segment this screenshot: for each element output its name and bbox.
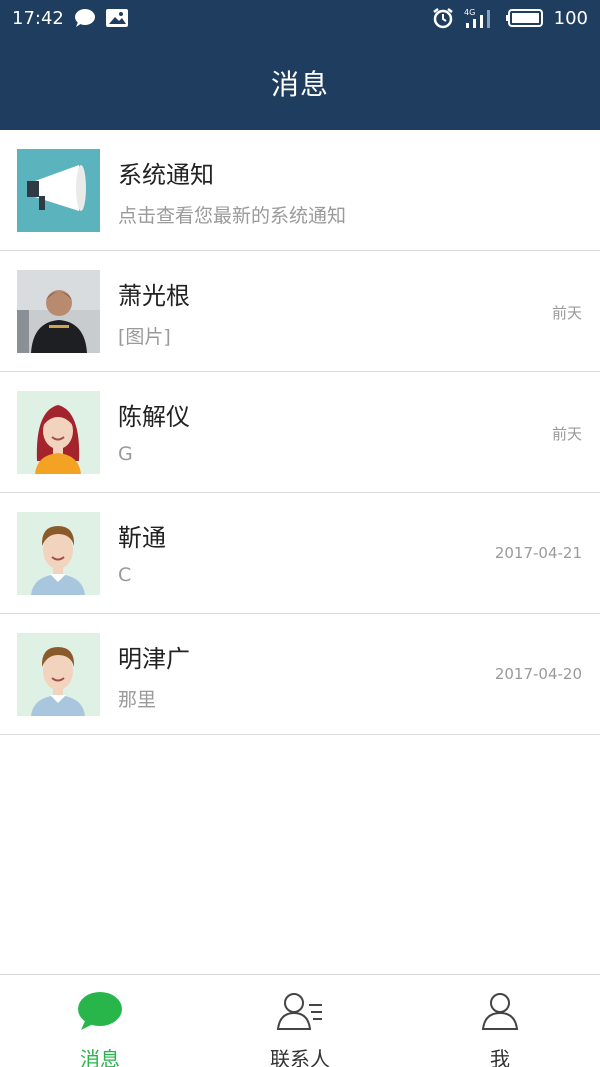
tab-label: 消息 [80, 1047, 120, 1067]
conversation-name: 明津广 [118, 644, 190, 673]
conversation-name: 萧光根 [118, 281, 190, 310]
male-avatar-icon [17, 632, 100, 716]
battery-percent: 100 [553, 7, 588, 29]
signal-icon: 4G [464, 7, 496, 29]
chat-notification-icon [74, 8, 96, 28]
photo-avatar [17, 269, 100, 353]
conversation-time: 前天 [551, 303, 582, 322]
conversation-time: 前天 [551, 424, 582, 443]
conversation-preview: 点击查看您最新的系统通知 [118, 204, 347, 227]
conversation-preview: C [118, 563, 132, 586]
conversation-name: 陈解仪 [118, 402, 190, 431]
conversation-list: 系统通知 点击查看您最新的系统通知 萧光根 [图片] 前天 陈解仪 G 前天 靳… [0, 130, 600, 735]
megaphone-icon [17, 148, 100, 232]
conversation-preview: G [118, 442, 133, 465]
page-title: 消息 [270, 68, 329, 101]
list-item[interactable]: 系统通知 点击查看您最新的系统通知 [0, 130, 600, 251]
male-avatar-icon [17, 511, 100, 595]
female-avatar-icon [17, 390, 100, 474]
list-item[interactable]: 明津广 那里 2017-04-20 [0, 614, 600, 735]
tab-contacts[interactable]: 联系人 [200, 975, 400, 1067]
title-bar: 消息 [0, 36, 600, 130]
list-item[interactable]: 陈解仪 G 前天 [0, 372, 600, 493]
tab-me[interactable]: 我 [400, 975, 600, 1067]
status-time: 17:42 [12, 7, 64, 29]
image-notification-icon [105, 9, 128, 27]
alarm-icon [432, 7, 454, 29]
bottom-tab-bar: 消息 联系人 我 [0, 974, 600, 1067]
contacts-icon [276, 991, 324, 1035]
person-icon [480, 991, 520, 1035]
tab-label: 联系人 [270, 1047, 330, 1067]
conversation-name: 靳通 [118, 523, 166, 552]
conversation-name: 系统通知 [118, 160, 214, 189]
conversation-time: 2017-04-21 [494, 543, 582, 562]
tab-label: 我 [490, 1047, 510, 1067]
svg-text:4G: 4G [464, 8, 475, 17]
conversation-time: 2017-04-20 [494, 664, 582, 683]
tab-messages[interactable]: 消息 [0, 975, 200, 1067]
battery-icon [505, 9, 544, 27]
status-bar: 17:42 4G 100 [0, 0, 600, 36]
chat-bubble-icon [77, 991, 123, 1035]
list-item[interactable]: 萧光根 [图片] 前天 [0, 251, 600, 372]
conversation-preview: 那里 [118, 688, 157, 711]
list-item[interactable]: 靳通 C 2017-04-21 [0, 493, 600, 614]
conversation-preview: [图片] [118, 325, 171, 348]
